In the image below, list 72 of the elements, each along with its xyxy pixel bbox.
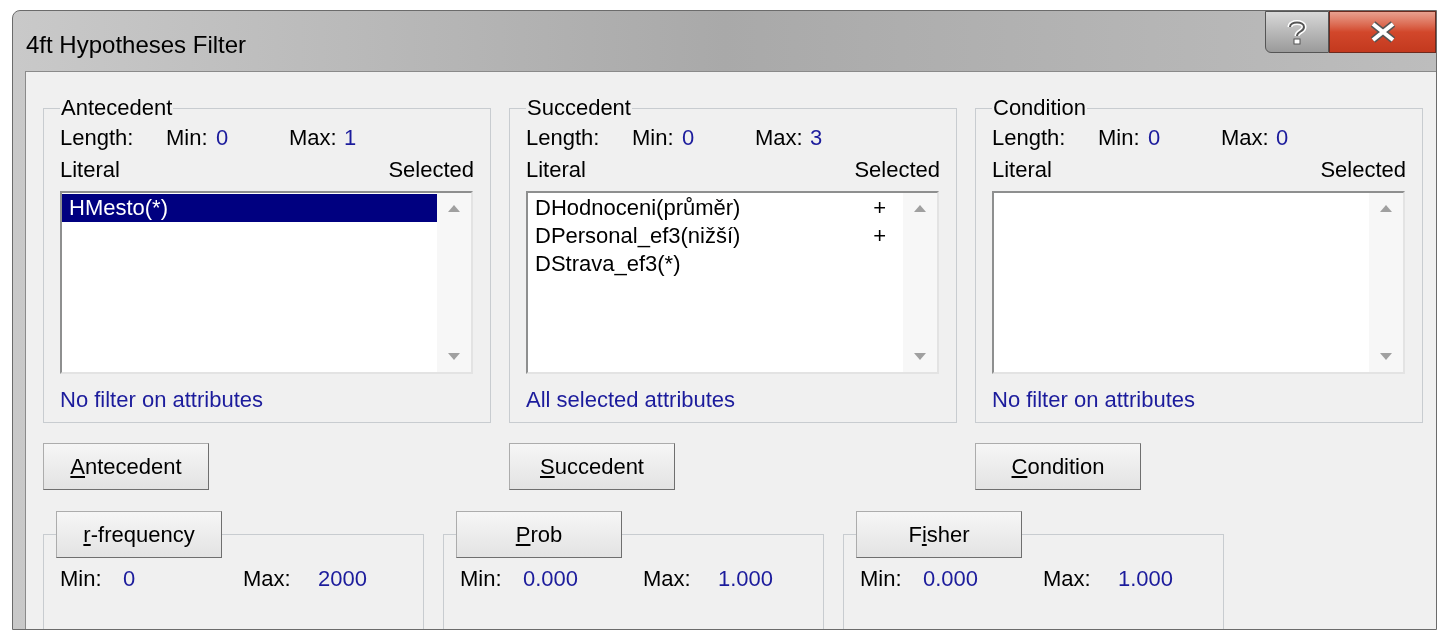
filter-button[interactable]: Prob <box>456 511 622 558</box>
scroll-down-icon[interactable] <box>914 353 926 360</box>
literal-text: DHodnoceni(průměr) <box>535 194 741 223</box>
list-box[interactable]: HMesto(*) <box>60 190 473 374</box>
list-box[interactable]: DHodnoceni(průměr) + DPersonal_ef3(nižší) + DStrava_ef3(*) <box>526 190 939 374</box>
literal-text: DPersonal_ef3(nižší) <box>535 222 741 251</box>
max-value: 1.000 <box>1118 565 1174 593</box>
literal-text: DStrava_ef3(*) <box>535 250 681 279</box>
max-value: 2000 <box>318 565 367 593</box>
list-box[interactable] <box>992 190 1405 374</box>
scroll-bar[interactable] <box>1369 192 1403 372</box>
length-label: Length: <box>60 123 135 152</box>
filter-button[interactable]: Succedent <box>509 443 675 490</box>
max-label: Max: <box>243 565 292 593</box>
max-label: Max: <box>643 565 692 593</box>
help-icon <box>1286 19 1308 45</box>
min-label: Min: <box>1098 123 1141 152</box>
min-value: 0.000 <box>923 565 980 593</box>
scroll-up-icon[interactable] <box>1380 204 1392 212</box>
length-label: Length: <box>992 123 1067 152</box>
list-item[interactable]: DHodnoceni(průměr) + <box>528 193 903 222</box>
scroll-down-icon[interactable] <box>448 353 460 360</box>
close-button[interactable] <box>1329 11 1436 53</box>
min-label: Min: <box>166 123 209 152</box>
scroll-down-icon[interactable] <box>1380 353 1392 360</box>
filter-button[interactable]: r-frequency <box>56 511 222 558</box>
min-label: Min: <box>860 565 903 593</box>
group-title: Condition <box>992 95 1087 121</box>
length-label: Length: <box>526 123 601 152</box>
list-item[interactable]: HMesto(*) <box>62 193 437 222</box>
filter-status: No filter on attributes <box>60 386 264 414</box>
max-value: 1.000 <box>718 565 774 593</box>
selected-mark: + <box>873 222 886 251</box>
literal-text: HMesto(*) <box>69 194 168 223</box>
min-label: Min: <box>632 123 675 152</box>
help-button[interactable] <box>1265 11 1329 53</box>
close-icon <box>1368 21 1397 43</box>
column-header: Literal <box>992 156 1052 185</box>
list-item[interactable]: DPersonal_ef3(nižší) + <box>528 221 903 250</box>
column-header: Literal <box>60 156 120 185</box>
max-label: Max: <box>1221 123 1270 152</box>
column-header: Selected <box>854 156 940 185</box>
list-item[interactable]: DStrava_ef3(*) <box>528 249 903 278</box>
column-header: Selected <box>1320 156 1406 185</box>
min-value: 0 <box>1148 123 1162 152</box>
max-value: 1 <box>344 123 357 152</box>
scroll-up-icon[interactable] <box>448 204 460 212</box>
scroll-up-icon[interactable] <box>914 204 926 212</box>
max-value: 0 <box>1276 123 1289 152</box>
filter-button[interactable]: Condition <box>975 443 1141 490</box>
scroll-bar[interactable] <box>903 192 937 372</box>
min-label: Min: <box>60 565 103 593</box>
filter-status: No filter on attributes <box>992 386 1196 414</box>
max-label: Max: <box>1043 565 1092 593</box>
filter-status: All selected attributes <box>526 386 737 414</box>
scroll-bar[interactable] <box>437 192 471 372</box>
selected-mark: + <box>873 194 886 223</box>
group-title: Succedent <box>526 95 632 121</box>
filter-button[interactable]: Fisher <box>856 511 1022 558</box>
filter-button[interactable]: Antecedent <box>43 443 209 490</box>
window-title: 4ft Hypotheses Filter <box>26 30 247 60</box>
min-value: 0 <box>216 123 230 152</box>
min-value: 0 <box>682 123 696 152</box>
column-header: Selected <box>388 156 474 185</box>
max-label: Max: <box>755 123 804 152</box>
max-value: 3 <box>810 123 823 152</box>
min-value: 0 <box>123 565 137 593</box>
min-label: Min: <box>460 565 503 593</box>
min-value: 0.000 <box>523 565 580 593</box>
column-header: Literal <box>526 156 586 185</box>
max-label: Max: <box>289 123 338 152</box>
group-title: Antecedent <box>60 95 174 121</box>
